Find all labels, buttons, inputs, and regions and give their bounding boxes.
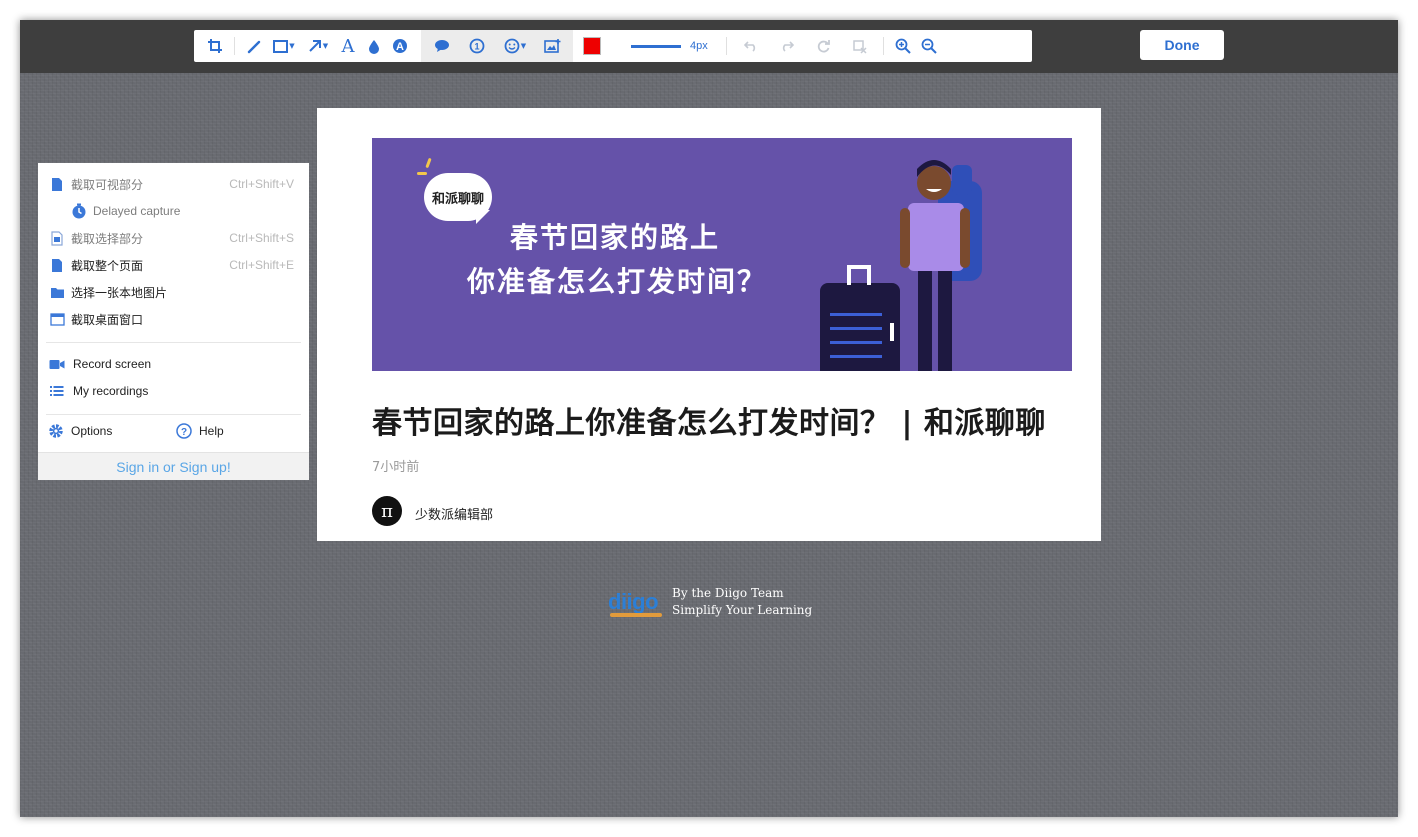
annotation-toolbar: ▼ ▼ A A 1 ▼ 4px [194, 30, 1032, 62]
full-page-icon [49, 257, 65, 273]
gear-icon [48, 423, 64, 439]
diigo-logo: diigo [608, 589, 662, 617]
menu-item-label: Options [71, 424, 113, 438]
article-banner: 和派聊聊 春节回家的路上 你准备怎么打发时间？ [372, 138, 1072, 371]
emoji-icon[interactable]: ▼ [495, 30, 535, 62]
article-timestamp: 7小时前 [372, 460, 420, 475]
brand-tagline: By the Diigo Team Simplify Your Learning [672, 585, 812, 619]
svg-text:A: A [396, 41, 404, 53]
zoom-in-icon[interactable] [890, 30, 916, 62]
selection-page-icon [49, 230, 65, 246]
clear-annotations-icon[interactable] [841, 30, 877, 62]
color-picker-swatch[interactable] [583, 37, 601, 55]
page-icon [49, 176, 65, 192]
menu-item-delayed-capture[interactable]: Delayed capture [38, 198, 309, 224]
menu-item-label: Record screen [73, 357, 152, 371]
folder-icon [49, 284, 65, 300]
menu-divider [46, 414, 301, 415]
pen-icon[interactable] [241, 30, 267, 62]
menu-item-capture-visible[interactable]: 截取可视部分 Ctrl+Shift+V [38, 171, 309, 197]
menu-item-label: Help [199, 424, 224, 438]
sign-in-link[interactable]: Sign in or Sign up! [38, 452, 309, 480]
speech-bubble-icon[interactable] [425, 30, 459, 62]
menu-item-capture-selection[interactable]: 截取选择部分 Ctrl+Shift+S [38, 225, 309, 251]
shape-tools-group: 1 ▼ [421, 30, 573, 62]
author-avatar: π [372, 496, 402, 526]
text-icon[interactable]: A [335, 30, 361, 62]
menu-item-record-screen[interactable]: Record screen [38, 351, 309, 377]
banner-headline-line-2: 你准备怎么打发时间？ [467, 265, 768, 298]
menu-item-shortcut: Ctrl+Shift+E [229, 258, 294, 272]
svg-text:1: 1 [474, 42, 479, 52]
video-camera-icon [49, 356, 65, 372]
list-icon [49, 383, 65, 399]
menu-item-label: 截取整个页面 [71, 258, 144, 273]
toolbar-divider [726, 37, 727, 55]
done-button[interactable]: Done [1140, 30, 1224, 60]
zoom-out-icon[interactable] [916, 30, 942, 62]
menu-item-label: 截取桌面窗口 [71, 312, 144, 327]
menu-item-local-image[interactable]: 选择一张本地图片 [38, 279, 309, 305]
menu-item-desktop-window[interactable]: 截取桌面窗口 [38, 306, 309, 332]
menu-item-label: Delayed capture [93, 204, 181, 218]
number-stamp-icon[interactable]: 1 [459, 30, 495, 62]
menu-item-label: 截取选择部分 [71, 231, 144, 246]
toolbar-divider [234, 37, 235, 55]
toolbar-divider [883, 37, 884, 55]
spark-decoration [425, 157, 432, 169]
insert-image-icon[interactable] [535, 30, 569, 62]
crop-icon[interactable] [202, 30, 228, 62]
menu-item-help[interactable]: ? Help [165, 418, 275, 444]
article-title: 春节回家的路上你准备怎么打发时间？ | 和派聊聊 [372, 406, 1046, 441]
rectangle-icon[interactable]: ▼ [267, 30, 301, 62]
capture-menu: 截取可视部分 Ctrl+Shift+V Delayed capture 截取选择… [38, 163, 309, 480]
speech-bubble-tail [476, 210, 490, 224]
menu-divider [46, 342, 301, 343]
author-name: 少数派编辑部 [415, 508, 494, 523]
captured-article: 和派聊聊 春节回家的路上 你准备怎么打发时间？ 春节回家的路上你准备怎么打发时间… [317, 108, 1101, 541]
window-icon [49, 311, 65, 327]
screenshot-editor-window: ▼ ▼ A A 1 ▼ 4px Done 截取可视部分 Ctrl+Shift+V… [20, 20, 1398, 817]
diigo-logo-text: diigo [608, 589, 659, 614]
menu-item-my-recordings[interactable]: My recordings [38, 378, 309, 404]
banner-headline-line-1: 春节回家的路上 [510, 221, 721, 254]
spark-decoration [417, 172, 427, 175]
timer-icon [71, 203, 87, 219]
svg-text:?: ? [181, 427, 187, 438]
menu-item-shortcut: Ctrl+Shift+S [229, 231, 294, 245]
traveler-illustration [820, 160, 982, 371]
stroke-width-indicator[interactable] [631, 44, 681, 48]
help-icon: ? [176, 423, 192, 439]
menu-item-capture-full-page[interactable]: 截取整个页面 Ctrl+Shift+E [38, 252, 309, 278]
brand-line-1: By the Diigo Team [672, 586, 784, 600]
logo-swoosh [610, 613, 662, 617]
menu-item-label: My recordings [73, 384, 149, 398]
menu-item-label: 选择一张本地图片 [71, 285, 168, 300]
menu-item-shortcut: Ctrl+Shift+V [229, 177, 294, 191]
menu-item-label: 截取可视部分 [71, 177, 144, 192]
blur-drop-icon[interactable] [361, 30, 387, 62]
menu-item-options[interactable]: Options [38, 418, 168, 444]
diigo-branding: diigo By the Diigo Team Simplify Your Le… [608, 585, 812, 619]
arrow-icon[interactable]: ▼ [301, 30, 335, 62]
brand-line-2: Simplify Your Learning [672, 603, 813, 617]
highlight-text-icon[interactable]: A [387, 30, 413, 62]
top-bar: ▼ ▼ A A 1 ▼ 4px Done [20, 20, 1398, 73]
reset-icon[interactable] [805, 30, 841, 62]
redo-icon[interactable] [769, 30, 805, 62]
undo-icon[interactable] [733, 30, 769, 62]
stroke-width-label[interactable]: 4px [690, 40, 720, 52]
